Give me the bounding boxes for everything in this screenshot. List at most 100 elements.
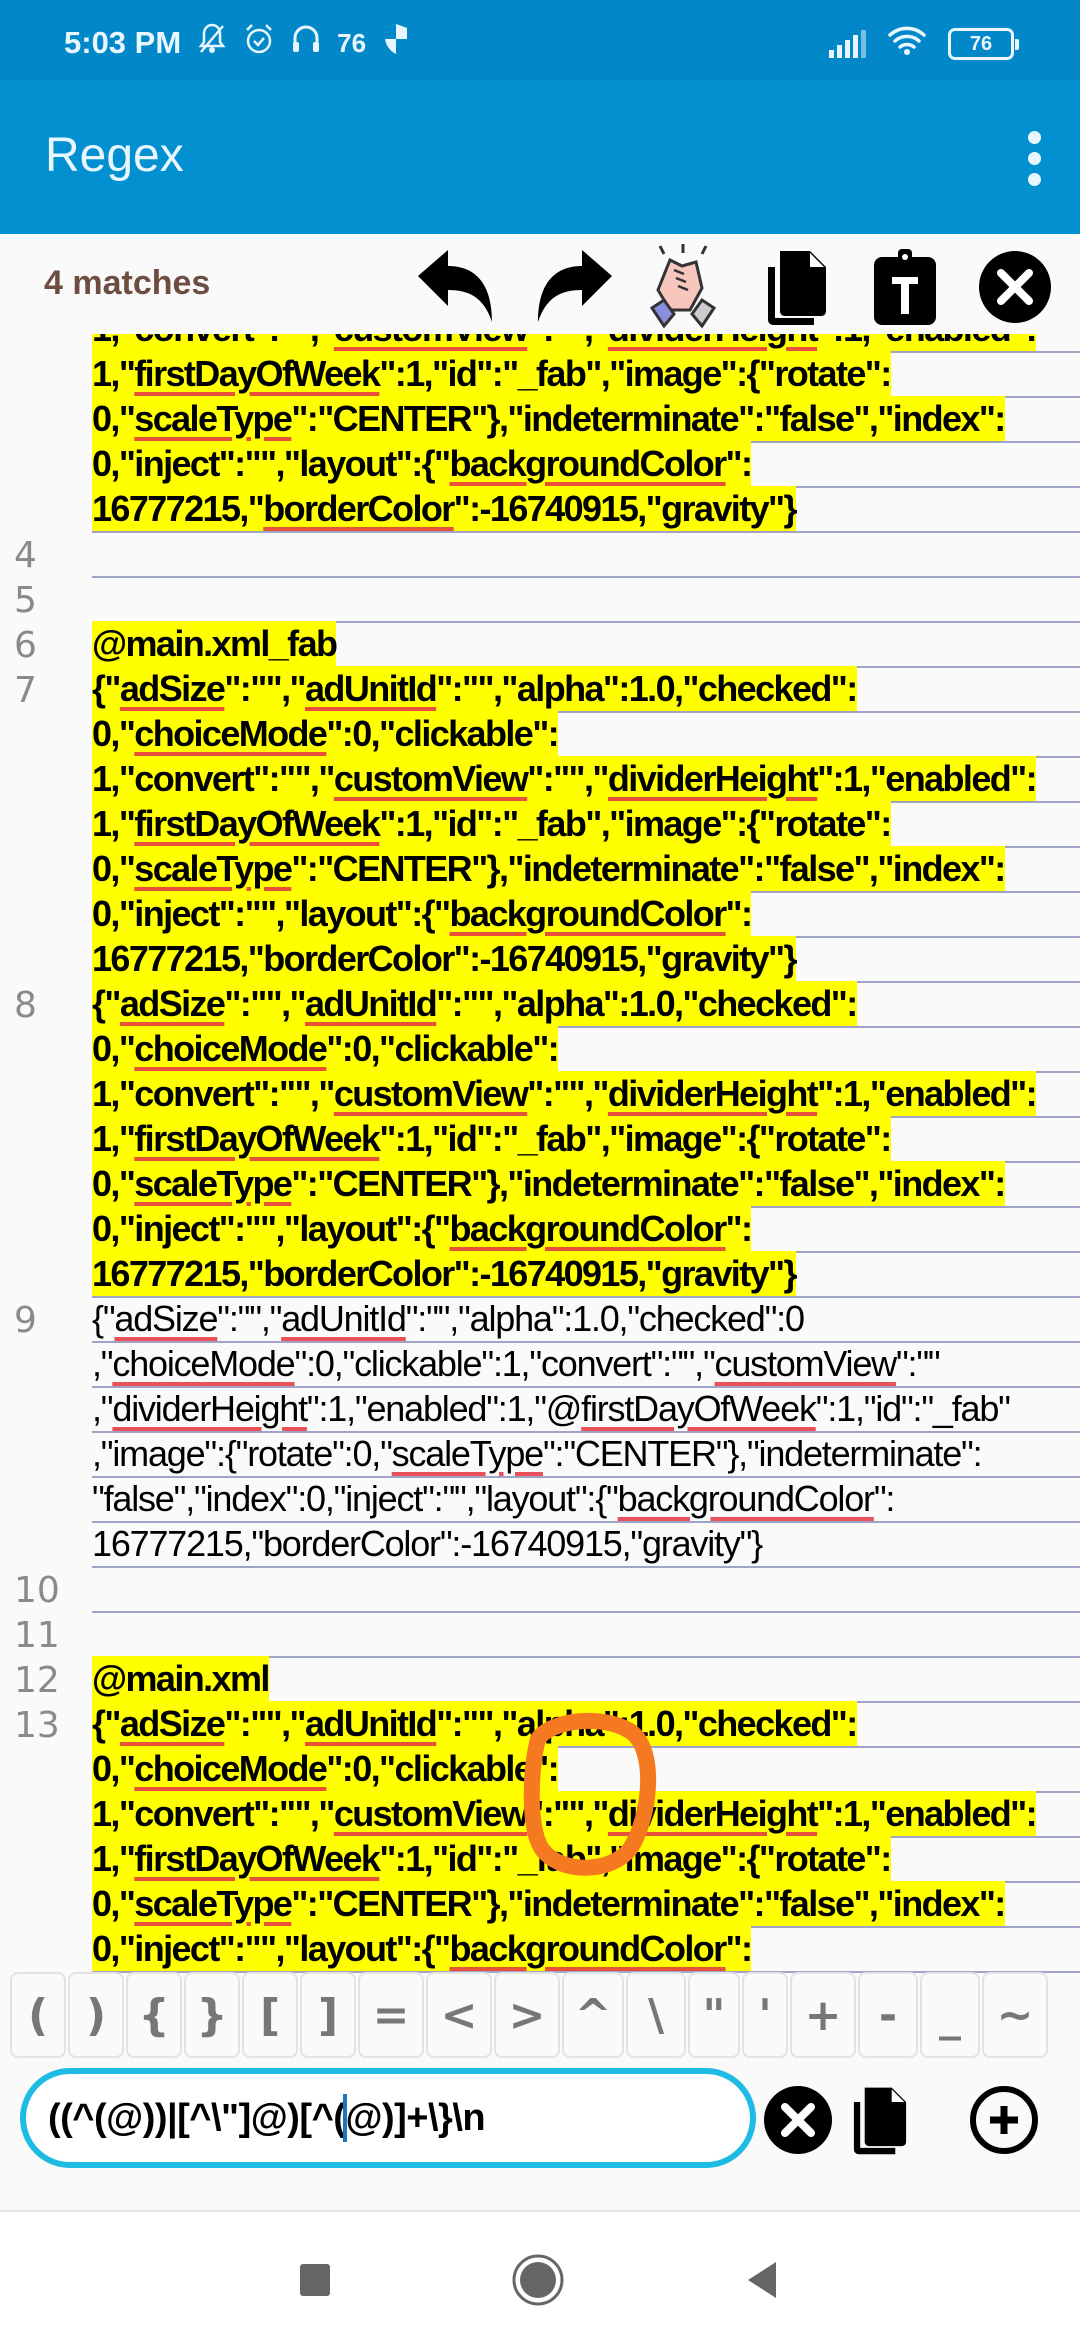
text-segment: {" — [92, 668, 121, 709]
text-row — [92, 1613, 1080, 1658]
match-highlight: 0,"scaleType":"CENTER"},"indeterminate":… — [92, 846, 1006, 891]
text-segment: ":0,"clickable": — [326, 1748, 559, 1789]
regex-value-after-caret: @)]+\}\n — [345, 2096, 486, 2139]
regex-input[interactable]: ((^(@))|[^\"]@)[^(@)]+\}\n — [20, 2068, 756, 2168]
text-segment: ":1,"id":"_fab","image":{"rotate": — [379, 1838, 892, 1879]
matched-text-row: @main.xml_fab — [92, 621, 1080, 668]
regex-input-bar: ((^(@))|[^\"]@)[^(@)]+\}\n — [0, 2060, 1080, 2210]
text-segment: ":1,"enabled": — [817, 334, 1037, 349]
symbol-key[interactable]: + — [790, 1972, 856, 2058]
paste-text-button[interactable] — [860, 242, 950, 332]
close-button[interactable] — [970, 242, 1060, 332]
spellcheck-word: choiceMode — [134, 1748, 328, 1789]
symbol-key[interactable]: > — [494, 1972, 560, 2058]
spellcheck-word: dividerHeight — [607, 758, 819, 799]
text-segment: ": — [725, 893, 753, 934]
text-segment: ":1,"id":"_fab" — [815, 1388, 1011, 1429]
match-highlight: 0,"scaleType":"CENTER"},"indeterminate":… — [92, 396, 1006, 441]
line-number: 13 — [14, 1705, 60, 1746]
spellcheck-word: borderColor — [263, 488, 455, 529]
text-segment: ":0,"clickable": — [326, 713, 559, 754]
battery-icon: 76 — [948, 28, 1019, 60]
text-segment: ":"CENTER"},"indeterminate": — [542, 1433, 983, 1474]
symbol-key[interactable]: = — [358, 1972, 424, 2058]
symbol-key[interactable]: ' — [742, 1972, 788, 2058]
spellcheck-word: backgroundColor — [449, 893, 728, 934]
editor-line: 16777215,"borderColor":-16740915,"gravit… — [0, 486, 1080, 533]
matched-text-row: 0,"inject":"","layout":{"backgroundColor… — [92, 891, 1080, 938]
text-segment: ," — [92, 1388, 114, 1429]
spellcheck-word: adUnitId — [305, 983, 438, 1024]
symbol-key[interactable]: _ — [920, 1972, 980, 2058]
more-vert-icon[interactable] — [996, 120, 1072, 196]
clear-regex-button[interactable] — [760, 2082, 836, 2158]
editor-line: 5 — [0, 578, 1080, 623]
text-segment: 0,"inject":"","layout":{" — [92, 893, 451, 934]
spellcheck-word: adSize — [119, 668, 226, 709]
symbol-key[interactable]: ] — [300, 1972, 356, 2058]
symbol-key[interactable]: { — [126, 1972, 182, 2058]
matched-text-row: 0,"scaleType":"CENTER"},"indeterminate":… — [92, 396, 1080, 443]
text-segment: ":""," — [527, 334, 609, 349]
spellcheck-word: scaleType — [134, 848, 293, 889]
spellcheck-word: customView — [333, 1793, 529, 1834]
match-highlight: 1,"firstDayOfWeek":1,"id":"_fab","image"… — [92, 351, 892, 396]
editor-line: 7 {"adSize":"","adUnitId":"","alpha":1.0,… — [0, 666, 1080, 713]
spellcheck-word: scaleType — [134, 398, 293, 439]
spellcheck-word: dividerHeight — [112, 1388, 308, 1429]
symbol-key[interactable]: [ — [242, 1972, 298, 2058]
recents-button[interactable] — [285, 2250, 345, 2310]
editor-line: 1,"firstDayOfWeek":1,"id":"_fab","image"… — [0, 351, 1080, 398]
undo-icon — [418, 250, 492, 322]
symbol-key[interactable]: ^ — [562, 1972, 624, 2058]
matched-text-row: 0,"choiceMode":0,"clickable": — [92, 711, 1080, 758]
text-segment: ":-16740915,"gravity"} — [453, 488, 798, 529]
copy-icon — [853, 2087, 907, 2155]
text-segment: ," — [92, 1343, 114, 1384]
back-button[interactable] — [732, 2250, 792, 2310]
spellcheck-word: choiceMode — [134, 1028, 328, 1069]
editor-line: 10 — [0, 1568, 1080, 1613]
spellcheck-word: dividerHeight — [607, 1793, 819, 1834]
matched-text-row: 0,"scaleType":"CENTER"},"indeterminate":… — [92, 1161, 1080, 1208]
recents-icon — [300, 2264, 330, 2296]
symbol-key[interactable]: ~ — [982, 1972, 1048, 2058]
symbol-key[interactable]: " — [688, 1972, 740, 2058]
text-segment: 1," — [92, 353, 136, 394]
editor-line: 12 @main.xml — [0, 1656, 1080, 1703]
text-segment: ,"image":{"rotate":0," — [92, 1433, 393, 1474]
symbol-key[interactable]: ) — [68, 1972, 124, 2058]
home-button[interactable] — [508, 2250, 568, 2310]
match-highlight: 0,"scaleType":"CENTER"},"indeterminate":… — [92, 1161, 1006, 1206]
symbol-key[interactable]: ( — [10, 1972, 66, 2058]
status-time: 5:03 PM — [64, 25, 182, 60]
copy-regex-button[interactable] — [842, 2082, 918, 2158]
text-segment: {" — [92, 1298, 116, 1339]
undo-button[interactable] — [412, 242, 502, 332]
text-segment: "false","index":0,"inject":"","layout":{… — [92, 1478, 619, 1519]
symbol-key[interactable]: < — [426, 1972, 492, 2058]
editor-line: 0,"scaleType":"CENTER"},"indeterminate":… — [0, 1881, 1080, 1928]
symbol-key[interactable]: - — [858, 1972, 918, 2058]
symbol-key[interactable]: \ — [626, 1972, 686, 2058]
symbol-key[interactable]: } — [184, 1972, 240, 2058]
add-regex-button[interactable] — [966, 2082, 1042, 2158]
text-segment: 1," — [92, 803, 136, 844]
matched-text-row: {"adSize":"","adUnitId":"","alpha":1.0,"… — [92, 1701, 1080, 1748]
redo-button[interactable] — [528, 242, 618, 332]
handshake-button[interactable] — [638, 242, 728, 332]
spellcheck-word: backgroundColor — [449, 1208, 728, 1249]
line-number: 11 — [14, 1615, 60, 1656]
editor-line: 0,"choiceMode":0,"clickable": — [0, 1746, 1080, 1793]
text-row: ,"choiceMode":0,"clickable":1,"convert":… — [92, 1343, 1080, 1388]
match-highlight: 1,"convert":"","customView":"","dividerH… — [92, 1791, 1038, 1836]
match-highlight: @main.xml — [92, 1656, 270, 1701]
matched-text-row: @main.xml — [92, 1656, 1080, 1703]
editor-line: ,"dividerHeight":1,"enabled":1,"@firstDa… — [0, 1388, 1080, 1433]
copy-button[interactable] — [752, 242, 842, 332]
editor-line: 0,"inject":"","layout":{"backgroundColor… — [0, 1206, 1080, 1253]
match-highlight: 0,"inject":"","layout":{"backgroundColor… — [92, 1206, 753, 1251]
text-segment: 0,"inject":"","layout":{" — [92, 1208, 451, 1249]
text-editor[interactable]: 1,"convert":"","customView":"","dividerH… — [0, 334, 1080, 1974]
line-number: 4 — [14, 535, 37, 576]
